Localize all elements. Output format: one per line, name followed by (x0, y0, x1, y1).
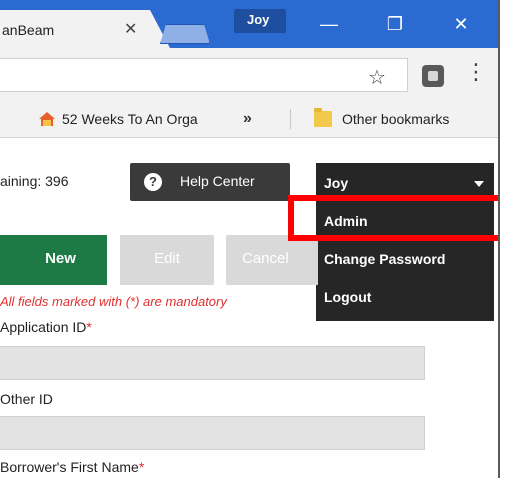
screenshot-frame: anBeam ✕ Joy — ❐ ✕ ☆ ⋮ 52 Weeks To An Or… (0, 0, 519, 478)
bookmark-star-icon[interactable]: ☆ (368, 65, 386, 90)
other-id-label: Other ID (0, 391, 53, 407)
tab-title: anBeam (2, 22, 55, 38)
other-bookmarks[interactable]: Other bookmarks (342, 111, 449, 127)
close-window-button[interactable]: ✕ (441, 10, 481, 38)
help-center-button[interactable]: ? Help Center (130, 163, 290, 201)
restore-window-button[interactable]: ❐ (375, 10, 415, 38)
menu-item-change-password[interactable]: Change Password (324, 251, 445, 267)
required-marker: * (138, 459, 145, 475)
mandatory-fields-note: All fields marked with (*) are mandatory (0, 294, 227, 309)
tab-close-icon[interactable]: ✕ (124, 19, 137, 39)
application-id-input[interactable] (0, 346, 425, 380)
cancel-button-label: Cancel (242, 250, 289, 267)
new-button[interactable]: New (0, 235, 107, 285)
browser-toolbar: ☆ ⋮ (0, 48, 498, 100)
bookmark-item[interactable]: 52 Weeks To An Orga (62, 111, 214, 127)
bookmarks-divider (290, 109, 291, 129)
extension-icon[interactable] (422, 65, 444, 87)
caret-down-icon[interactable] (474, 181, 484, 187)
browser-titlebar: anBeam ✕ Joy — ❐ ✕ (0, 0, 498, 48)
cancel-button[interactable]: Cancel (226, 235, 318, 285)
bookmarks-overflow-icon[interactable]: » (243, 110, 252, 128)
application-id-label: Application ID* (0, 319, 92, 335)
new-button-label: New (45, 250, 76, 267)
menu-item-logout[interactable]: Logout (324, 289, 371, 305)
folder-icon (314, 108, 332, 127)
page-content: aining: 396 ? Help Center Joy Admin Chan… (0, 139, 498, 478)
screenshot-margin (500, 0, 519, 478)
user-menu: Joy Admin Change Password Logout (316, 163, 494, 321)
help-center-label: Help Center (180, 173, 255, 189)
edit-button[interactable]: Edit (120, 235, 214, 285)
profile-button[interactable]: Joy (234, 9, 286, 33)
remaining-count: aining: 396 (0, 173, 69, 189)
browser-tab-active[interactable]: anBeam ✕ (0, 10, 170, 48)
new-tab-button[interactable] (160, 24, 210, 44)
house-icon (39, 112, 55, 126)
browser-menu-icon[interactable]: ⋮ (465, 61, 487, 83)
required-marker: * (86, 319, 92, 335)
edit-button-label: Edit (154, 250, 180, 267)
borrower-first-name-label: Borrower's First Name* (0, 459, 145, 475)
admin-highlight-box (288, 195, 519, 241)
minimize-window-button[interactable]: — (309, 10, 349, 38)
other-id-input[interactable] (0, 416, 425, 450)
user-menu-toggle[interactable]: Joy (324, 175, 348, 191)
bookmarks-bar: 52 Weeks To An Orga » Other bookmarks (0, 100, 498, 138)
address-bar[interactable]: ☆ (0, 58, 408, 92)
help-icon: ? (144, 173, 162, 191)
profile-name: Joy (247, 12, 270, 27)
